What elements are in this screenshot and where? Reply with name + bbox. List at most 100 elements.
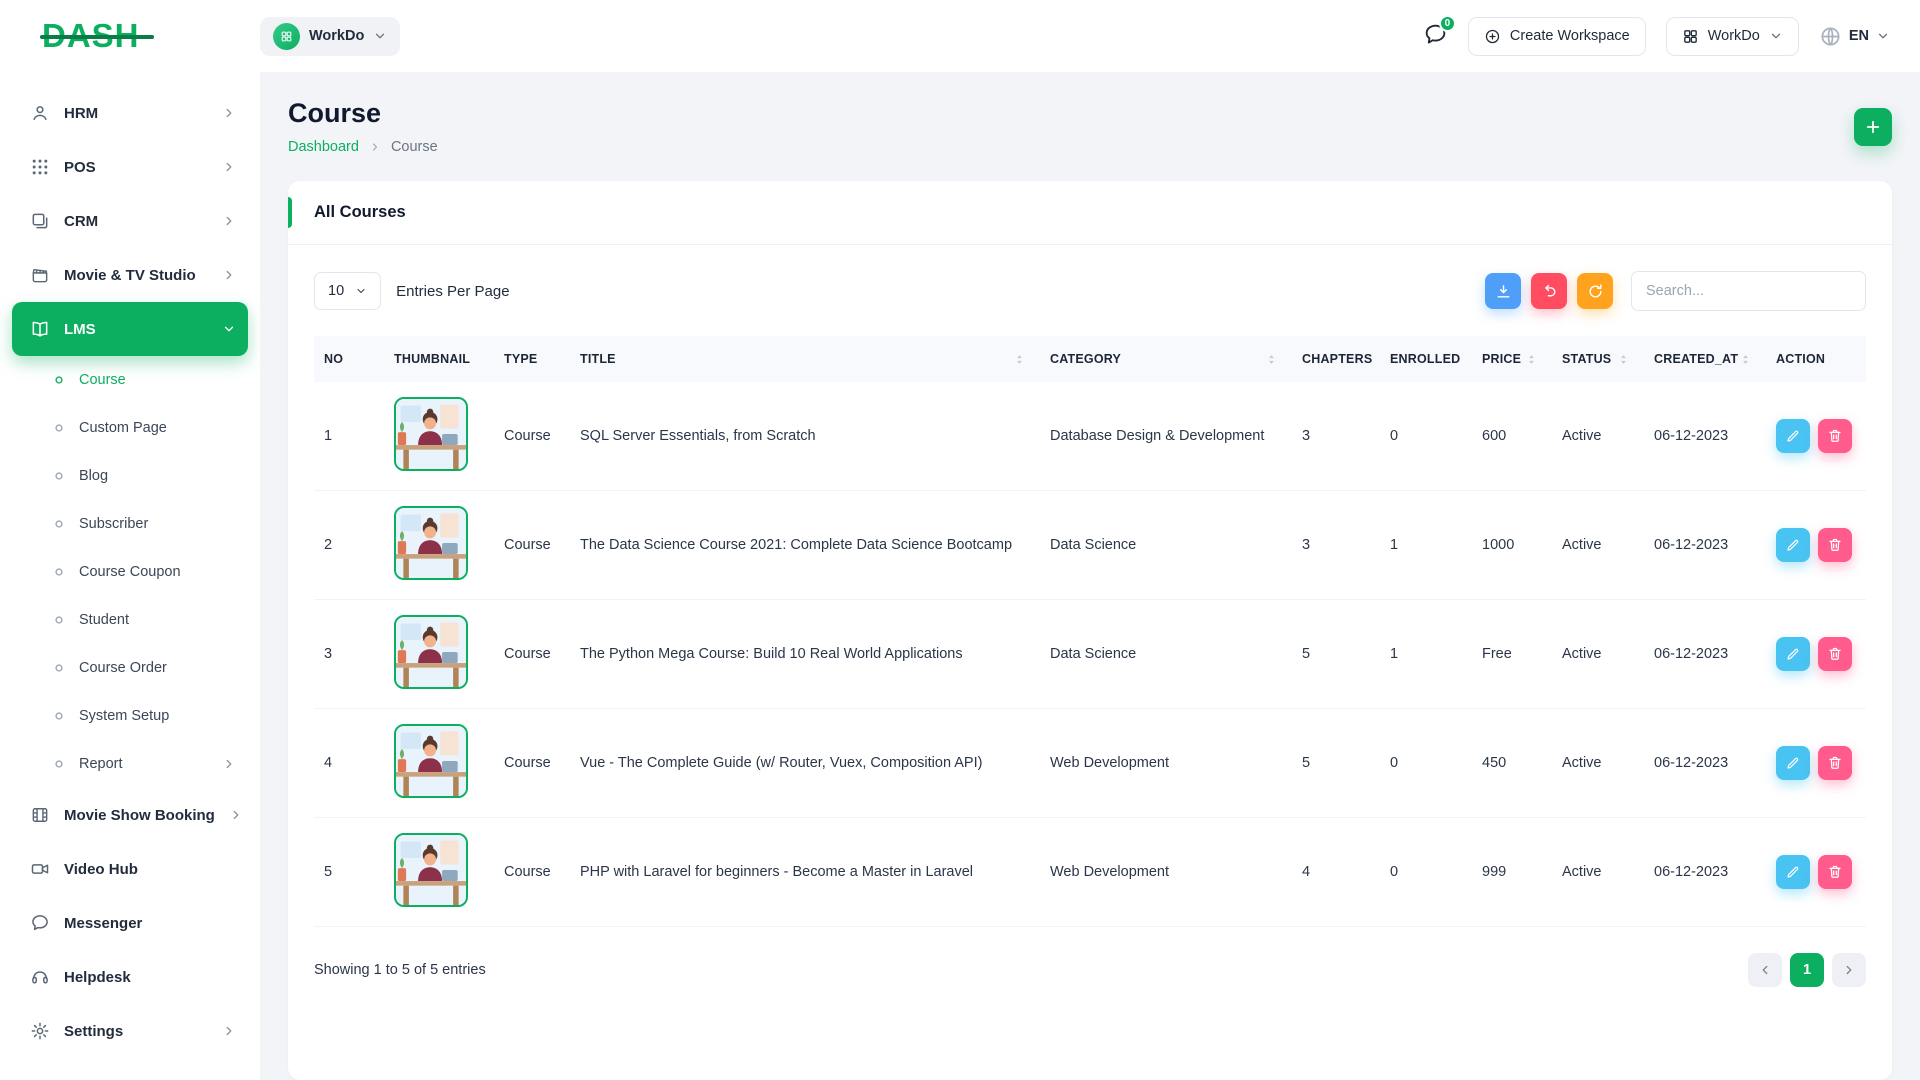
column-label: NO (324, 352, 343, 366)
cell-category: Data Science (1040, 491, 1292, 600)
delete-button[interactable] (1818, 637, 1852, 671)
cell-thumbnail (384, 382, 494, 491)
sidebar-item-hrm[interactable]: HRM (12, 86, 248, 140)
cell-type: Course (494, 382, 570, 491)
sidebar-subitem-subscriber[interactable]: Subscriber (12, 500, 248, 548)
create-workspace-label: Create Workspace (1510, 28, 1630, 44)
delete-button[interactable] (1818, 528, 1852, 562)
entries-control: 10 Entries Per Page (314, 272, 510, 310)
export-button[interactable] (1485, 273, 1521, 309)
grid-icon (1682, 28, 1699, 45)
table-row: 4 Course Vue - The Complete Guide (w/ Ro… (314, 709, 1866, 818)
dot-icon (52, 709, 66, 723)
table-footer: Showing 1 to 5 of 5 entries 1 (314, 927, 1866, 1013)
cell-no: 5 (314, 818, 384, 927)
cell-status: Active (1552, 600, 1644, 709)
sidebar-subitem-student[interactable]: Student (12, 596, 248, 644)
create-workspace-button[interactable]: Create Workspace (1468, 17, 1646, 56)
workspace-menu-button[interactable]: WorkDo (1666, 17, 1799, 56)
chevron-right-icon (222, 268, 236, 282)
delete-button[interactable] (1818, 419, 1852, 453)
sidebar-subitem-course[interactable]: Course (12, 356, 248, 404)
sidebar-item-crm[interactable]: CRM (12, 194, 248, 248)
globe-icon (1819, 25, 1842, 48)
dot-icon (52, 517, 66, 531)
trash-icon (1827, 864, 1843, 880)
language-selector[interactable]: EN (1819, 25, 1890, 48)
cell-status: Active (1552, 818, 1644, 927)
sidebar-item-label: LMS (64, 321, 96, 338)
column-title[interactable]: TITLE (570, 336, 1040, 382)
cell-price: 600 (1472, 382, 1552, 491)
delete-button[interactable] (1818, 746, 1852, 780)
cell-price: 999 (1472, 818, 1552, 927)
sidebar-item-settings[interactable]: Settings (12, 1004, 248, 1058)
add-course-button[interactable] (1854, 108, 1892, 146)
sidebar-subitem-blog[interactable]: Blog (12, 452, 248, 500)
edit-button[interactable] (1776, 419, 1810, 453)
cell-chapters: 4 (1292, 818, 1380, 927)
sidebar-item-messenger[interactable]: Messenger (12, 896, 248, 950)
pagination-prev-button[interactable] (1748, 953, 1782, 987)
sidebar-item-movie-tv-studio[interactable]: Movie & TV Studio (12, 248, 248, 302)
workspace-selector[interactable]: WorkDo (260, 17, 400, 56)
sidebar-subitem-report[interactable]: Report (12, 740, 248, 788)
sidebar-item-pos[interactable]: POS (12, 140, 248, 194)
headset-icon (30, 967, 50, 987)
cell-status: Active (1552, 709, 1644, 818)
app-window: DASH WorkDo 0 Create Workspace WorkDo (0, 0, 1920, 1080)
edit-button[interactable] (1776, 637, 1810, 671)
cell-created-at: 06-12-2023 (1644, 600, 1766, 709)
pagination-next-button[interactable] (1832, 953, 1866, 987)
sidebar-subitem-custom-page[interactable]: Custom Page (12, 404, 248, 452)
sidebar-item-label: Movie Show Booking (64, 807, 215, 824)
page-title: Course (288, 98, 438, 129)
edit-button[interactable] (1776, 855, 1810, 889)
reload-button[interactable] (1577, 273, 1613, 309)
cell-no: 2 (314, 491, 384, 600)
column-label: PRICE (1482, 352, 1521, 366)
cell-chapters: 3 (1292, 491, 1380, 600)
search-input[interactable] (1631, 271, 1866, 311)
sidebar-item-lms[interactable]: LMS (12, 302, 248, 356)
pagination-page-1-button[interactable]: 1 (1790, 953, 1824, 987)
chevron-down-icon (1876, 29, 1890, 43)
sidebar: HRM POS CRM Movie & TV Studio LMS Course (0, 72, 260, 1080)
edit-button[interactable] (1776, 746, 1810, 780)
brand-area: DASH (0, 17, 260, 55)
edit-button[interactable] (1776, 528, 1810, 562)
sidebar-subitem-label: System Setup (79, 708, 169, 724)
sidebar-subitem-course-order[interactable]: Course Order (12, 644, 248, 692)
workspace-menu-label: WorkDo (1708, 28, 1760, 44)
cell-title: The Data Science Course 2021: Complete D… (570, 491, 1040, 600)
sidebar-subitem-system-setup[interactable]: System Setup (12, 692, 248, 740)
delete-button[interactable] (1818, 855, 1852, 889)
column-label: STATUS (1562, 352, 1611, 366)
cell-action (1766, 491, 1866, 600)
sidebar-item-movie-show-booking[interactable]: Movie Show Booking (12, 788, 248, 842)
dot-icon (52, 469, 66, 483)
reset-button[interactable] (1531, 273, 1567, 309)
sidebar-subitem-label: Custom Page (79, 420, 167, 436)
column-status[interactable]: STATUS (1552, 336, 1644, 382)
sidebar-subitem-label: Course (79, 372, 126, 388)
sidebar-item-helpdesk[interactable]: Helpdesk (12, 950, 248, 1004)
column-category[interactable]: CATEGORY (1040, 336, 1292, 382)
breadcrumb-dashboard-link[interactable]: Dashboard (288, 139, 359, 155)
chevron-right-icon (229, 808, 243, 822)
cell-thumbnail (384, 818, 494, 927)
sidebar-subitem-course-coupon[interactable]: Course Coupon (12, 548, 248, 596)
cell-thumbnail (384, 491, 494, 600)
chat-button[interactable]: 0 (1423, 22, 1448, 50)
entries-per-page-select[interactable]: 10 (314, 272, 381, 310)
cell-enrolled: 0 (1380, 382, 1472, 491)
column-price[interactable]: PRICE (1472, 336, 1552, 382)
course-illustration (396, 835, 466, 905)
column-created-at[interactable]: CREATED_AT (1644, 336, 1766, 382)
dash-logo[interactable]: DASH (42, 17, 140, 55)
sidebar-item-video-hub[interactable]: Video Hub (12, 842, 248, 896)
chevron-down-icon (355, 285, 367, 297)
dot-icon (52, 565, 66, 579)
header-actions: 0 Create Workspace WorkDo EN (1423, 17, 1890, 56)
cell-enrolled: 1 (1380, 491, 1472, 600)
